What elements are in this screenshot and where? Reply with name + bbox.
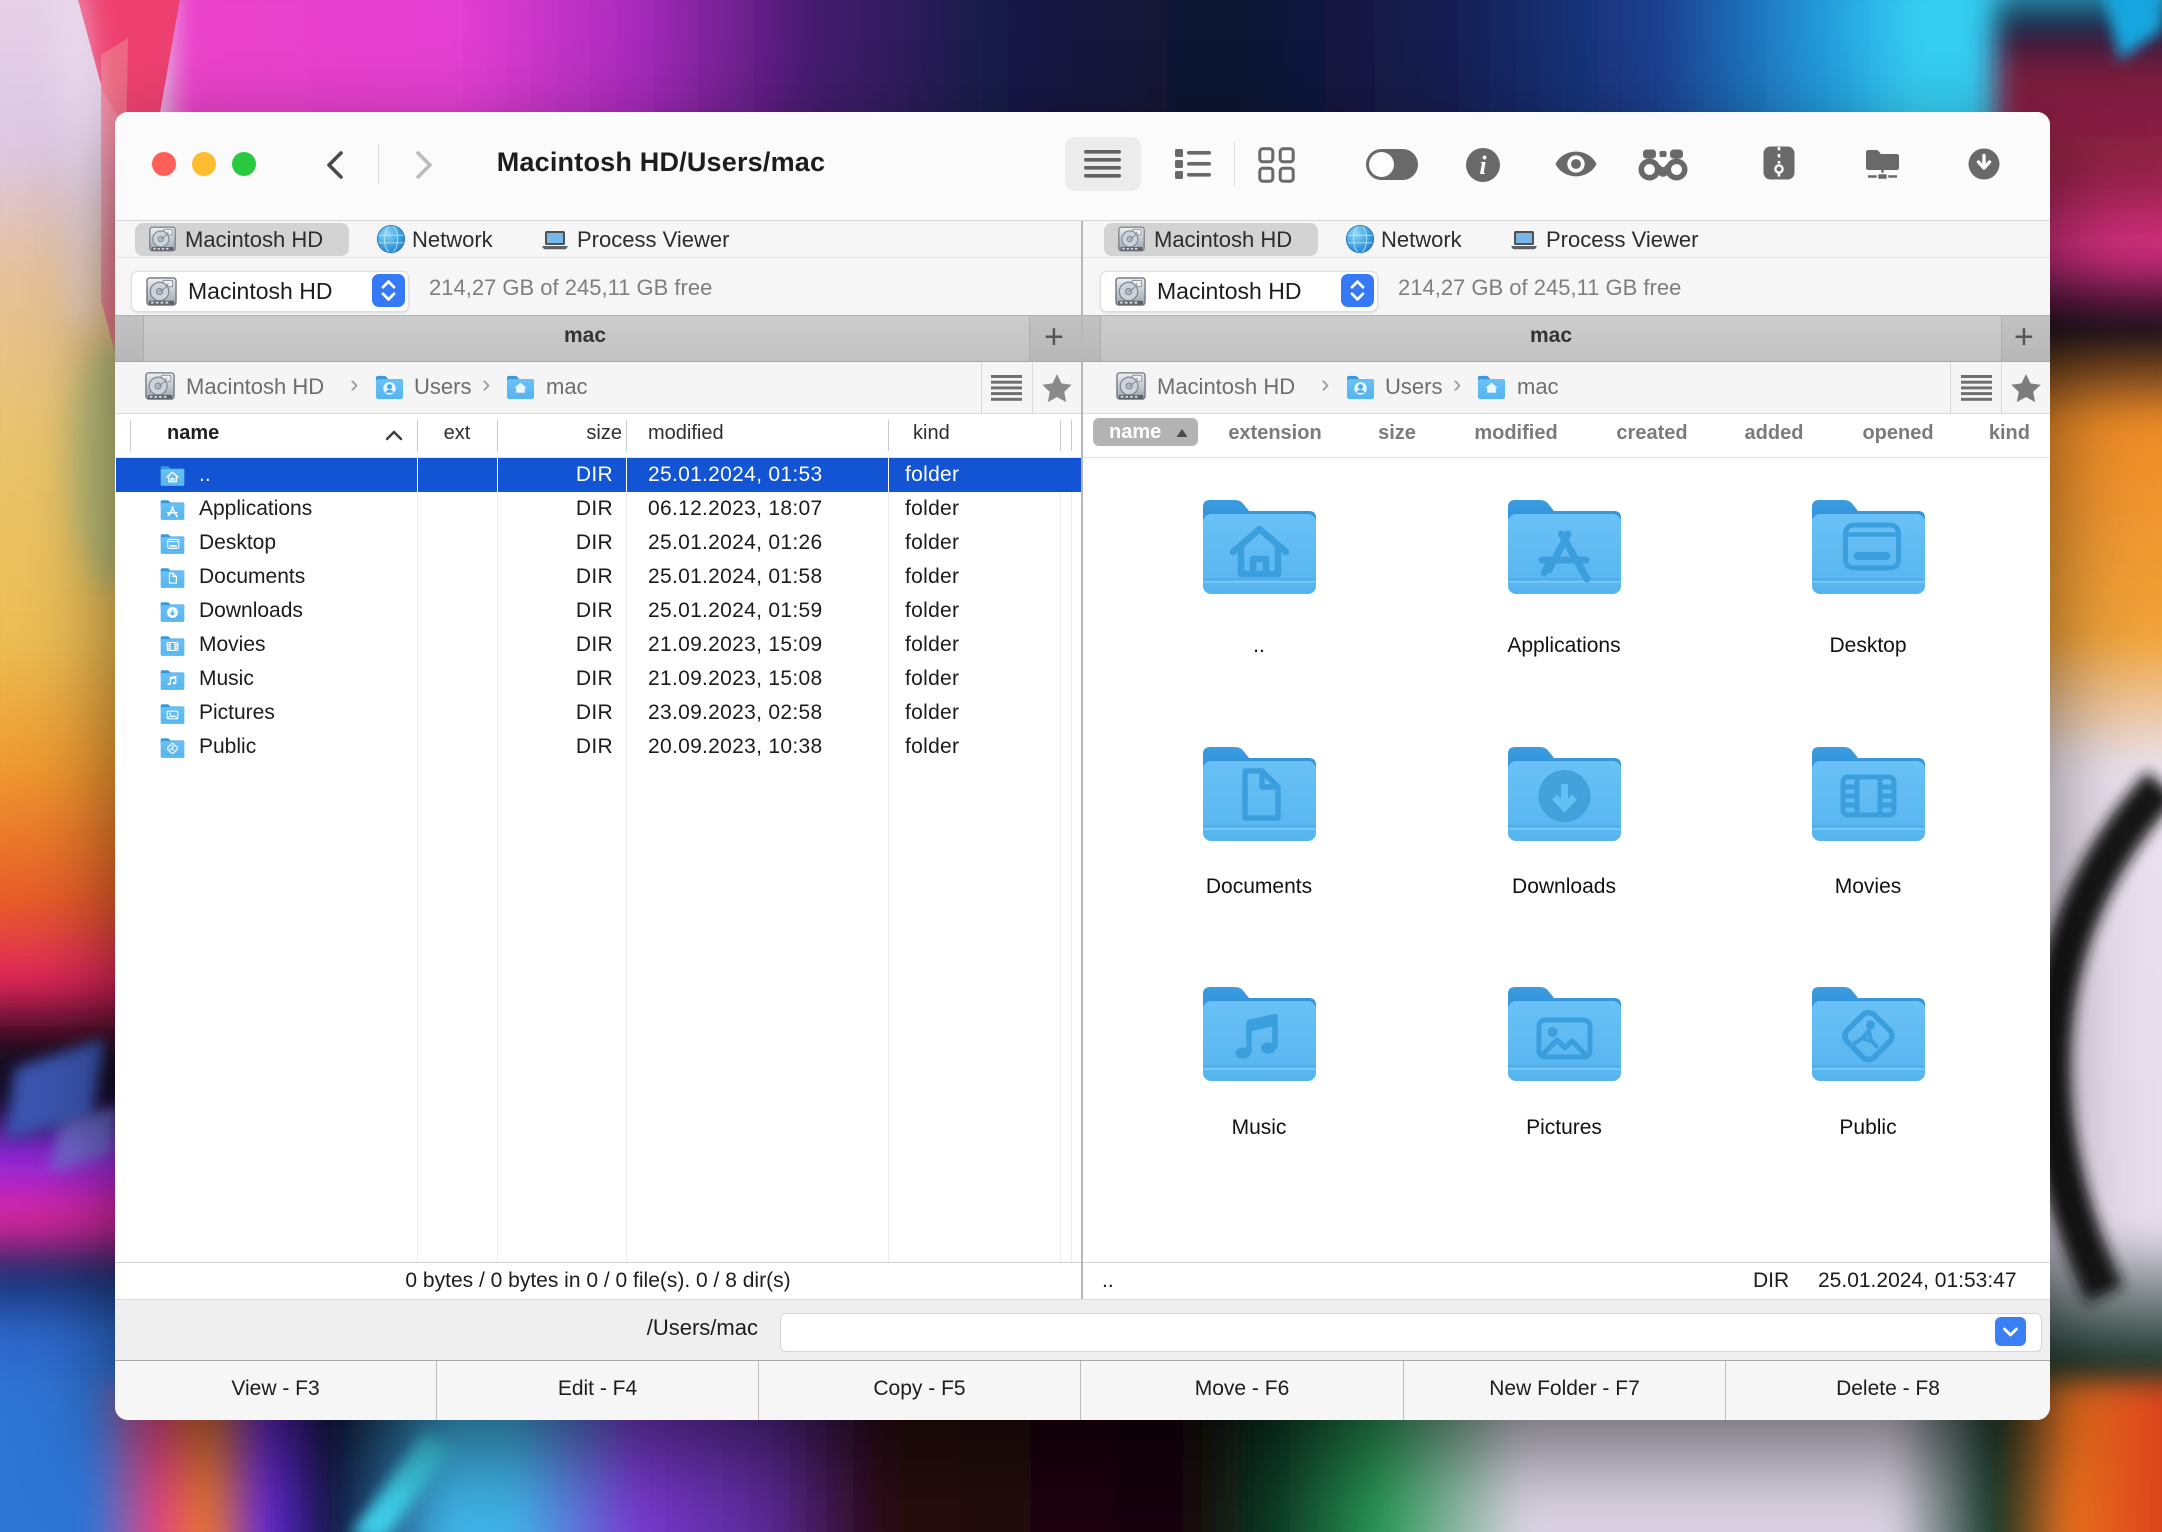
- svg-text:i: i: [1479, 151, 1487, 180]
